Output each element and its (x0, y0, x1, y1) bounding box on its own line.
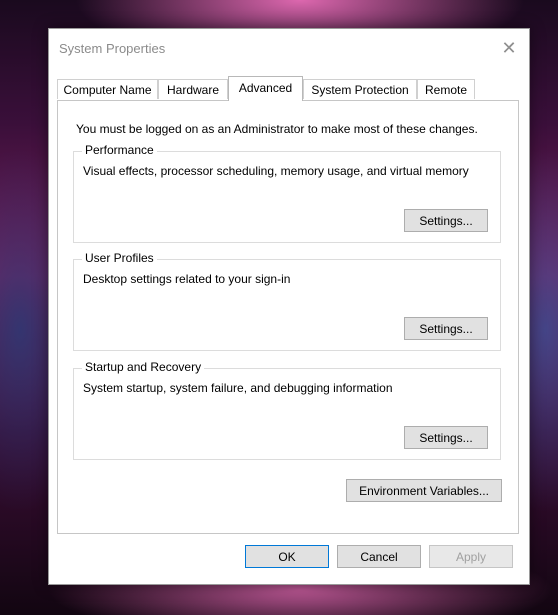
performance-settings-button[interactable]: Settings... (404, 209, 488, 232)
performance-description: Visual effects, processor scheduling, me… (83, 164, 469, 178)
user-profiles-description: Desktop settings related to your sign-in (83, 272, 291, 286)
cancel-button[interactable]: Cancel (337, 545, 421, 568)
user-profiles-group-title: User Profiles (82, 251, 157, 265)
performance-group-title: Performance (82, 143, 157, 157)
ok-button[interactable]: OK (245, 545, 329, 568)
advanced-tab-panel: You must be logged on as an Administrato… (57, 100, 519, 534)
startup-recovery-description: System startup, system failure, and debu… (83, 381, 393, 395)
title-bar[interactable]: System Properties ✕ (49, 29, 529, 67)
close-icon[interactable]: ✕ (489, 29, 529, 67)
startup-recovery-group: Startup and Recovery System startup, sys… (73, 360, 501, 460)
window-title: System Properties (59, 41, 166, 56)
user-profiles-group: User Profiles Desktop settings related t… (73, 251, 501, 351)
performance-group: Performance Visual effects, processor sc… (73, 143, 501, 243)
tab-remote[interactable]: Remote (417, 79, 475, 99)
user-profiles-settings-button[interactable]: Settings... (404, 317, 488, 340)
system-properties-dialog: System Properties ✕ Computer Name Hardwa… (48, 28, 530, 585)
tab-system-protection[interactable]: System Protection (303, 79, 417, 99)
tab-computer-name[interactable]: Computer Name (57, 79, 158, 99)
startup-recovery-group-title: Startup and Recovery (82, 360, 205, 374)
environment-variables-button[interactable]: Environment Variables... (346, 479, 502, 502)
startup-recovery-settings-button[interactable]: Settings... (404, 426, 488, 449)
admin-note: You must be logged on as an Administrato… (76, 122, 478, 136)
tab-hardware[interactable]: Hardware (158, 79, 228, 99)
tab-advanced[interactable]: Advanced (228, 76, 303, 101)
apply-button[interactable]: Apply (429, 545, 513, 568)
